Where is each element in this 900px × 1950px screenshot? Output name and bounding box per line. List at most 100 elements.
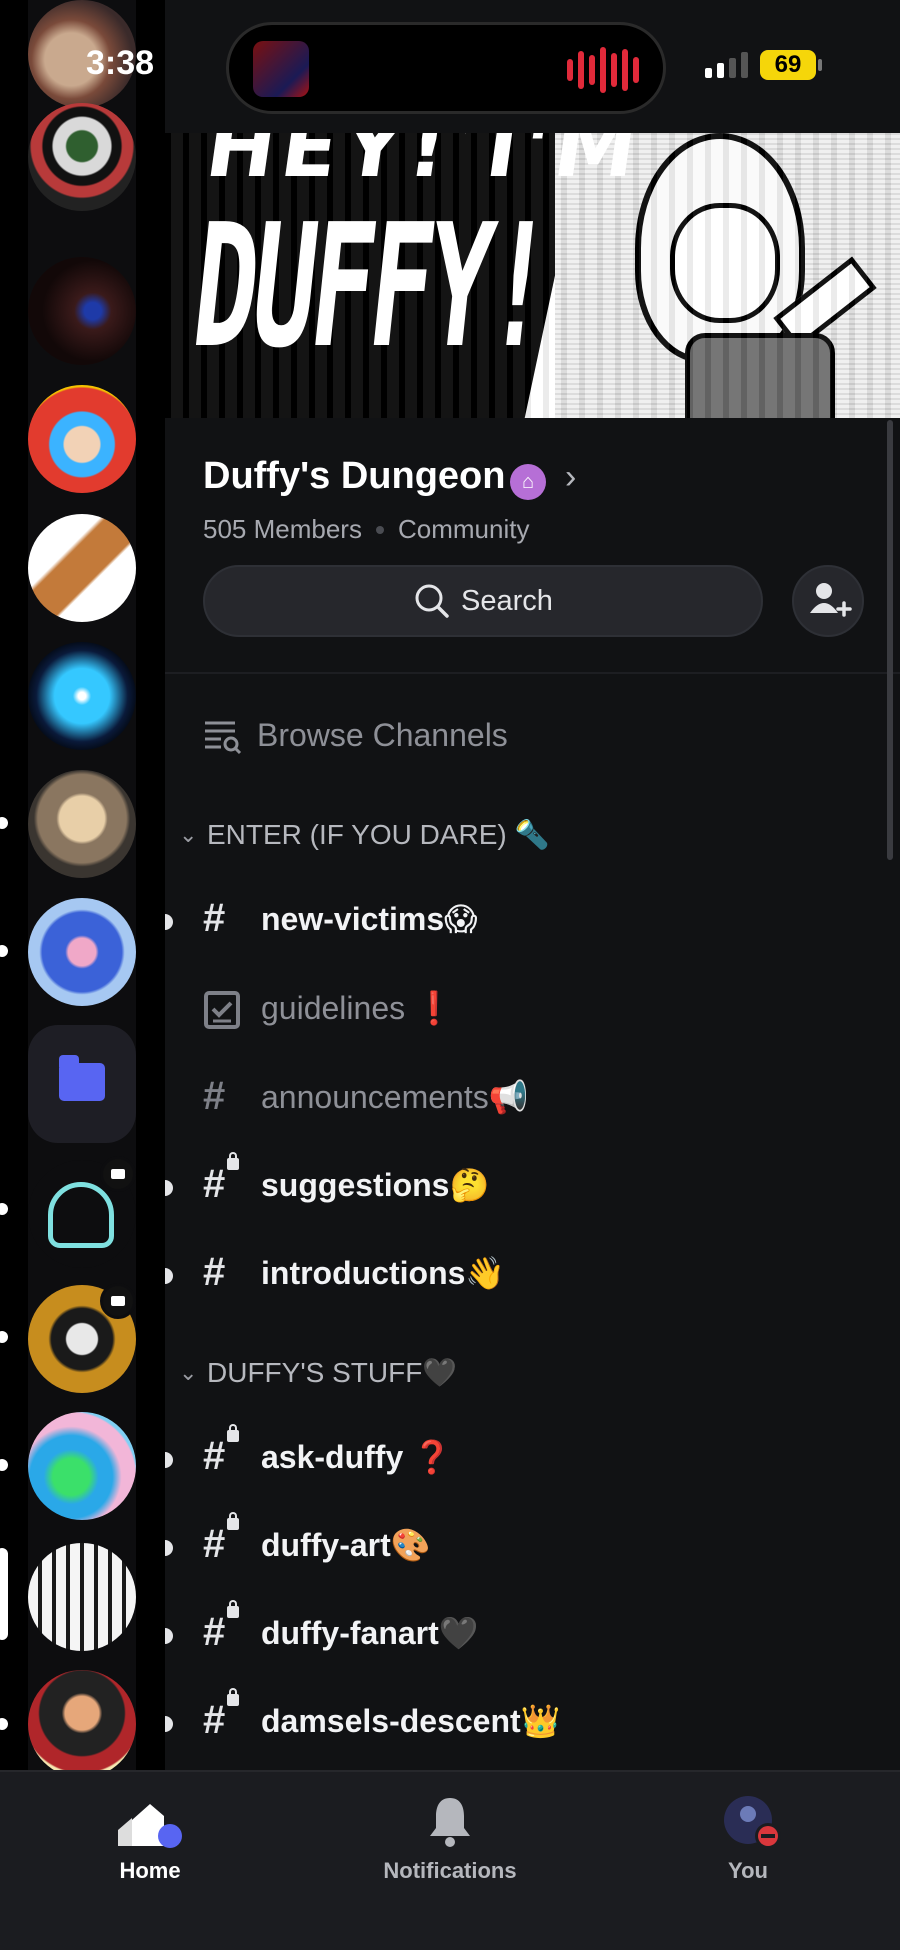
- invite-members-button[interactable]: [792, 565, 864, 637]
- bottom-tab-bar: Home Notifications You: [0, 1770, 900, 1950]
- banner-logo-line1: HEY! I'M: [200, 133, 649, 196]
- channel-duffy-fanart[interactable]: # duffy-fanart🖤: [165, 1596, 900, 1676]
- lock-icon: [227, 1152, 239, 1170]
- category-label: DUFFY'S STUFF🖤: [207, 1357, 458, 1388]
- server-type: Community: [397, 514, 530, 544]
- search-icon: [415, 584, 449, 618]
- battery-indicator: 69: [760, 50, 816, 80]
- home-icon: [118, 1804, 182, 1848]
- channel-duffy-art[interactable]: # duffy-art🎨: [165, 1508, 900, 1588]
- add-user-icon: [810, 583, 852, 617]
- unread-indicator: [165, 1540, 173, 1556]
- separator-dot: [375, 525, 384, 534]
- channel-announcements[interactable]: # announcements📢: [165, 1060, 900, 1140]
- channel-name: announcements📢: [261, 1079, 529, 1115]
- category-enter-if-you-dare[interactable]: ⌄ ENTER (IF YOU DARE) 🔦: [179, 818, 549, 851]
- server-icon-11[interactable]: [28, 1412, 136, 1520]
- category-label: ENTER (IF YOU DARE) 🔦: [207, 819, 550, 850]
- header-divider: [165, 672, 900, 674]
- channel-new-victims[interactable]: # new-victims😱: [165, 882, 900, 962]
- status-time: 3:38: [86, 44, 155, 82]
- unread-indicator: [0, 945, 8, 957]
- folder-icon: [59, 1055, 105, 1101]
- tab-you[interactable]: You: [648, 1792, 848, 1884]
- server-icon-13[interactable]: [28, 1670, 136, 1778]
- unread-indicator: [165, 1452, 173, 1468]
- chevron-down-icon: ⌄: [179, 1359, 198, 1385]
- screen-share-badge-icon: [100, 1283, 136, 1319]
- channel-name: duffy-fanart🖤: [261, 1615, 479, 1651]
- audio-waveform-icon: [567, 47, 639, 93]
- channel-list-scrollbar[interactable]: [887, 420, 893, 860]
- channel-suggestions[interactable]: # suggestions🤔: [165, 1148, 900, 1228]
- server-icon-6[interactable]: [28, 642, 136, 750]
- server-icon-7[interactable]: [28, 770, 136, 878]
- channel-name: damsels-descent👑: [261, 1703, 561, 1739]
- browse-channels-button[interactable]: Browse Channels: [203, 715, 508, 755]
- server-icon-12[interactable]: [28, 1543, 136, 1651]
- search-button[interactable]: Search: [203, 565, 763, 637]
- unread-indicator: [165, 1628, 173, 1644]
- tab-notifications-label: Notifications: [383, 1858, 517, 1883]
- text-channel-icon: #: [203, 896, 226, 940]
- channel-guidelines[interactable]: guidelines ❗: [165, 971, 900, 1051]
- channel-name: introductions👋: [261, 1255, 506, 1291]
- lock-icon: [227, 1688, 239, 1706]
- server-meta: 505 Members Community: [203, 514, 529, 545]
- avatar: [724, 1796, 781, 1849]
- channel-damsels-descent[interactable]: # damsels-descent👑: [165, 1684, 900, 1764]
- server-folder[interactable]: [28, 1025, 136, 1143]
- channel-name: new-victims😱: [261, 901, 478, 937]
- server-boost-badge-icon: ⌂: [510, 464, 546, 500]
- unread-indicator: [0, 1331, 8, 1343]
- unread-indicator: [165, 1268, 173, 1284]
- chevron-right-icon[interactable]: ›: [565, 458, 576, 497]
- cellular-signal-icon: [705, 52, 748, 78]
- channel-name: duffy-art🎨: [261, 1527, 431, 1563]
- lock-icon: [227, 1600, 239, 1618]
- category-duffys-stuff[interactable]: ⌄ DUFFY'S STUFF🖤: [179, 1356, 457, 1389]
- tab-home[interactable]: Home: [50, 1792, 250, 1884]
- tab-notifications[interactable]: Notifications: [350, 1792, 550, 1884]
- unread-indicator: [0, 1203, 8, 1215]
- selected-server-indicator: [0, 1548, 8, 1640]
- chevron-down-icon: ⌄: [179, 821, 198, 847]
- battery-cap-icon: [818, 59, 822, 71]
- bell-icon: [430, 1798, 470, 1847]
- search-label: Search: [461, 584, 553, 617]
- channel-ask-duffy[interactable]: # ask-duffy ❓: [165, 1420, 900, 1500]
- server-icon-5[interactable]: [28, 514, 136, 622]
- dynamic-island[interactable]: [226, 22, 666, 114]
- unread-indicator: [165, 914, 173, 930]
- text-channel-icon: #: [203, 1074, 226, 1118]
- tab-home-label: Home: [119, 1858, 181, 1883]
- lock-icon: [227, 1424, 239, 1442]
- unread-indicator: [0, 817, 8, 829]
- channel-name: guidelines ❗: [261, 990, 454, 1026]
- browse-channels-label: Browse Channels: [257, 716, 508, 753]
- channel-name: ask-duffy ❓: [261, 1439, 452, 1475]
- screen-share-badge-icon: [100, 1156, 136, 1192]
- tab-you-label: You: [728, 1858, 768, 1883]
- member-count: 505 Members: [203, 514, 362, 544]
- browse-channels-icon: [205, 721, 242, 755]
- rules-channel-icon: [204, 991, 240, 1029]
- unread-indicator: [165, 1716, 173, 1732]
- server-name[interactable]: Duffy's Dungeon: [203, 455, 505, 498]
- server-icon-4[interactable]: [28, 385, 136, 493]
- unread-indicator: [165, 1180, 173, 1196]
- text-channel-icon: #: [203, 1250, 226, 1294]
- channel-introductions[interactable]: # introductions👋: [165, 1236, 900, 1316]
- server-banner[interactable]: HEY! I'M DUFFY!: [165, 133, 900, 418]
- server-icon-2[interactable]: [28, 103, 136, 211]
- banner-logo-line2: DUFFY!: [184, 188, 557, 386]
- channel-panel: HEY! I'M DUFFY! Duffy's Dungeon ⌂ › 505 …: [165, 0, 900, 1770]
- unread-indicator: [0, 1459, 8, 1471]
- server-icon-8[interactable]: [28, 898, 136, 1006]
- unread-indicator: [0, 1718, 8, 1730]
- server-rail: [0, 0, 165, 1778]
- now-playing-thumbnail: [253, 41, 309, 97]
- lock-icon: [227, 1512, 239, 1530]
- channel-name: suggestions🤔: [261, 1167, 490, 1203]
- server-icon-3[interactable]: [28, 257, 136, 365]
